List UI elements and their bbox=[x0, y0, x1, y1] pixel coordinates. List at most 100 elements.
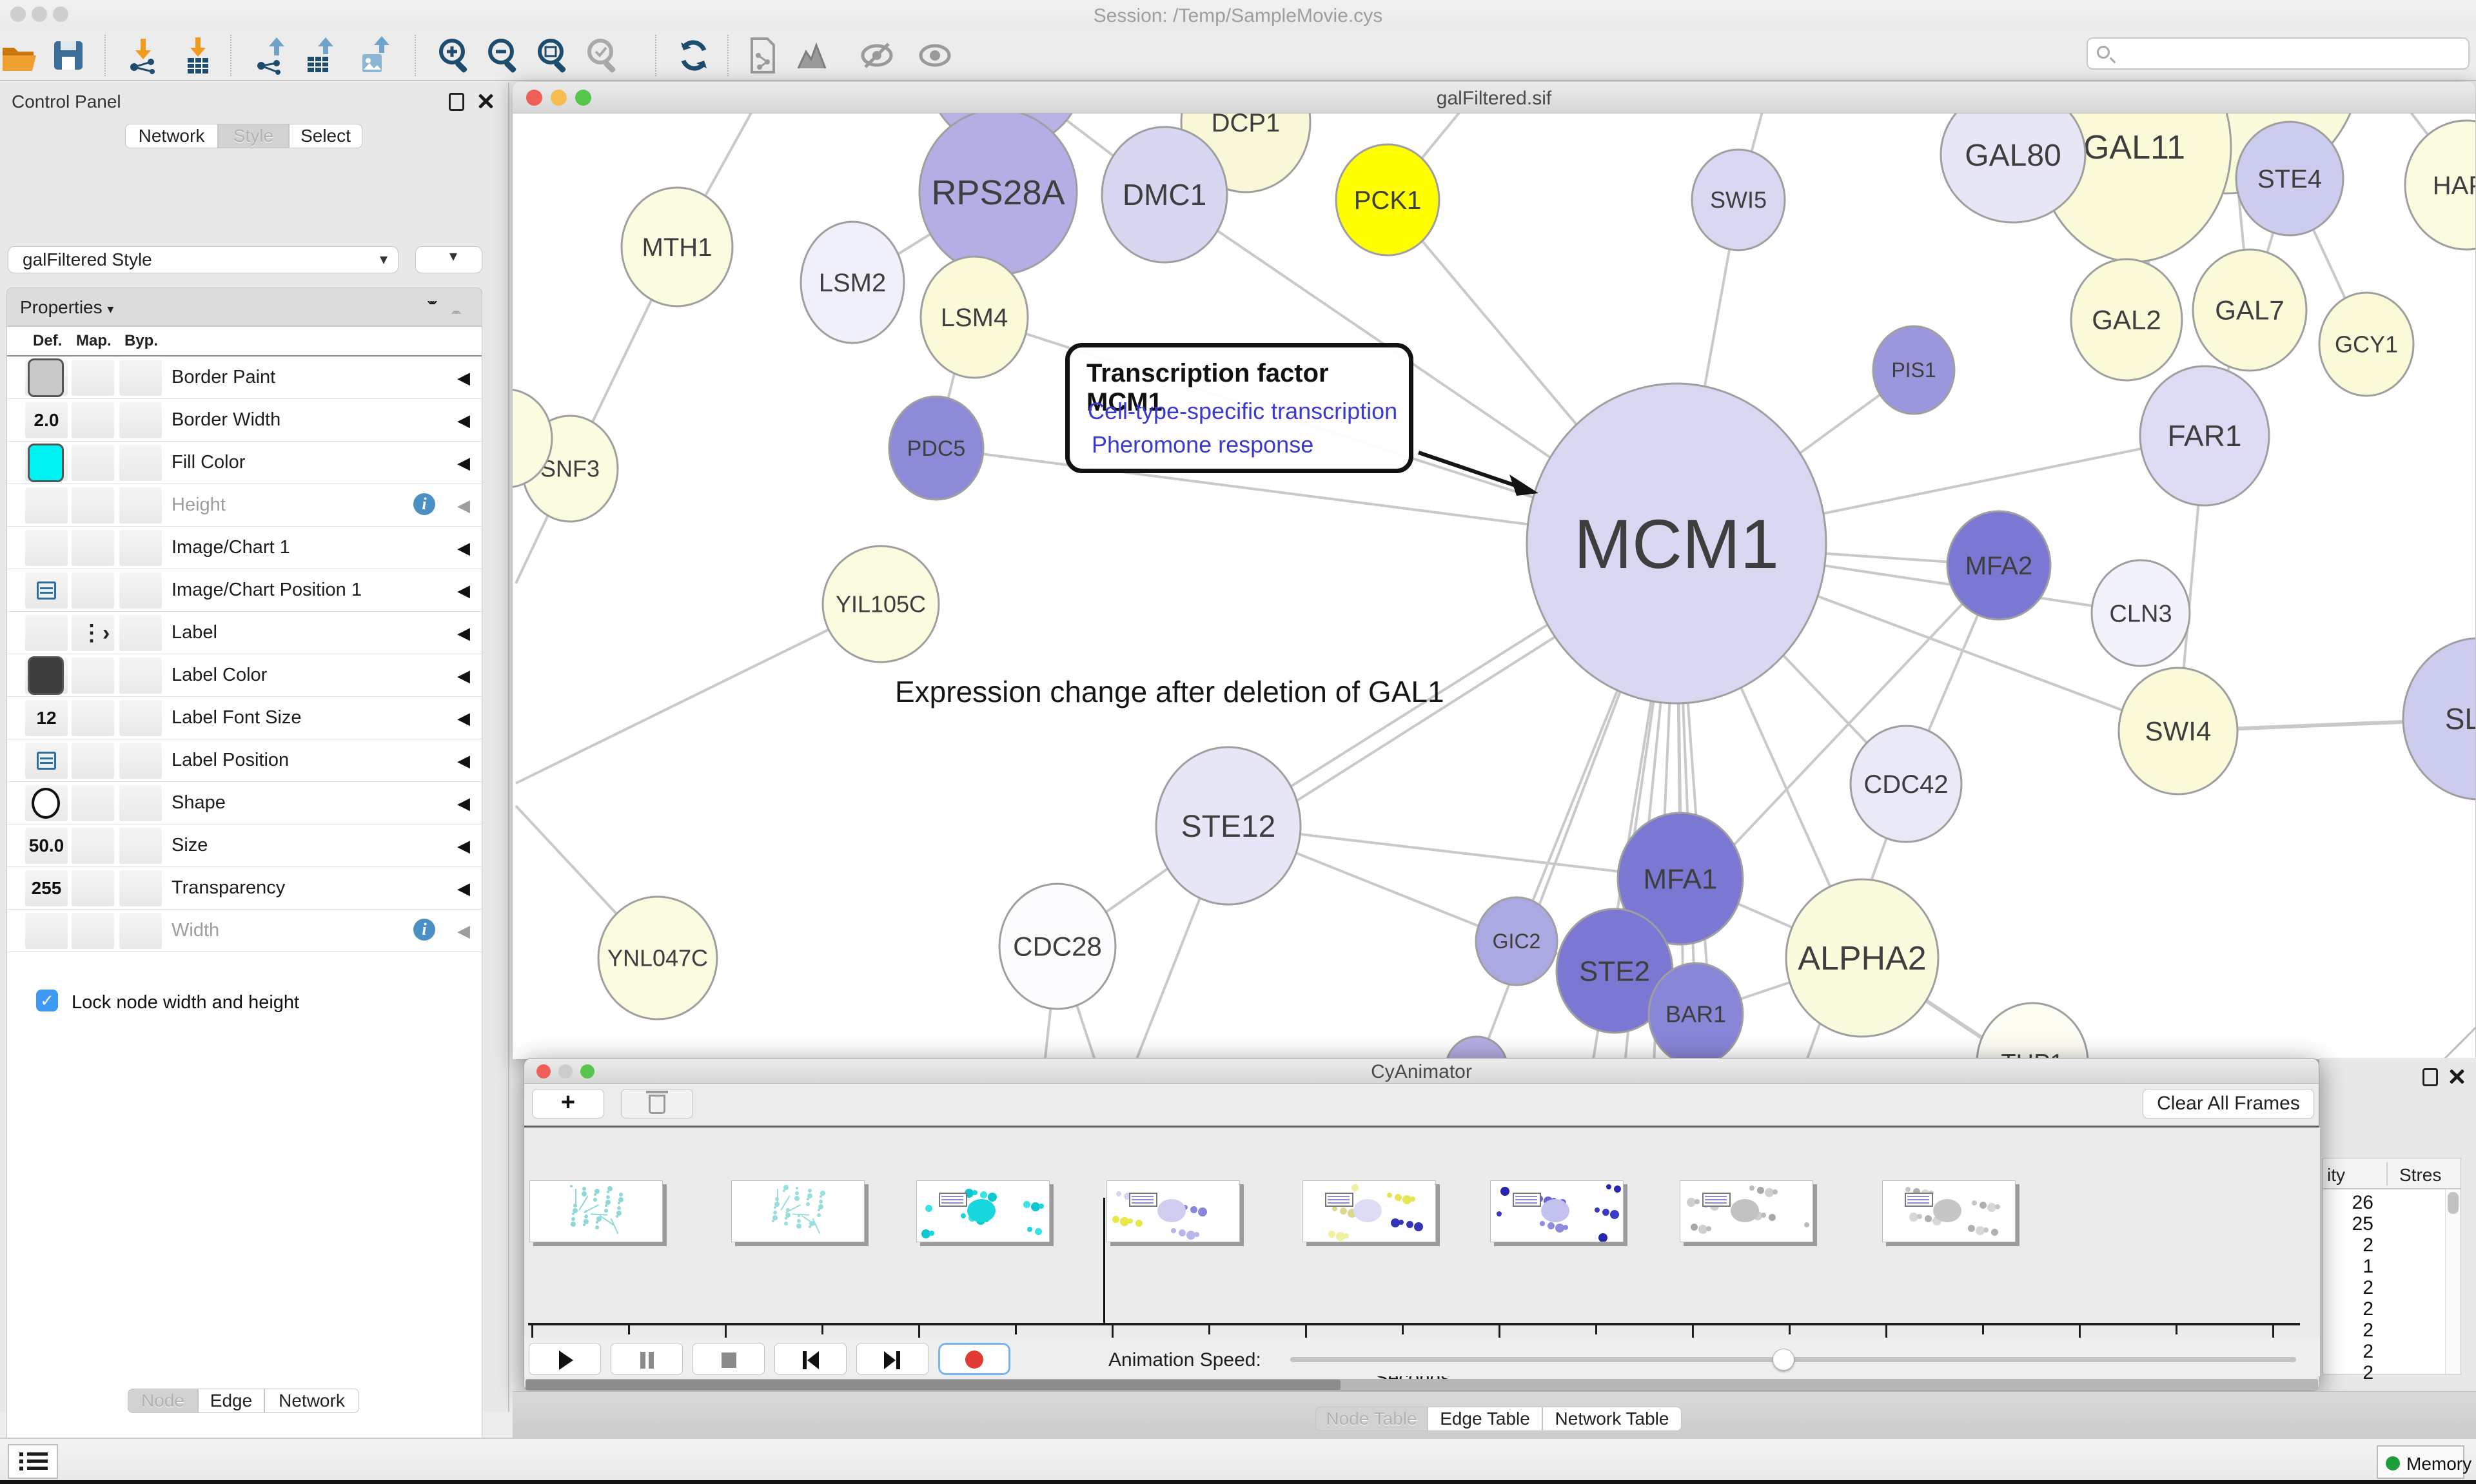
tab-network-bottom[interactable]: Network bbox=[264, 1389, 359, 1413]
property-row-size[interactable]: 50.0Size◀ bbox=[7, 825, 482, 867]
export-network-icon[interactable] bbox=[252, 36, 291, 75]
expand-arrow-icon[interactable]: ◀ bbox=[457, 879, 470, 899]
close-panel-icon[interactable] bbox=[2448, 1068, 2465, 1085]
expand-arrow-icon[interactable]: ◀ bbox=[457, 411, 470, 431]
animation-frame-5[interactable] bbox=[1490, 1180, 1624, 1242]
property-row-fill-color[interactable]: Fill Color◀ bbox=[7, 442, 482, 484]
scrollbar-thumb[interactable] bbox=[526, 1380, 1341, 1390]
expand-arrow-icon[interactable]: ◀ bbox=[457, 751, 470, 771]
network-node-partial[interactable] bbox=[1446, 1037, 1508, 1059]
mapping-cell[interactable] bbox=[72, 360, 114, 396]
bypass-cell[interactable] bbox=[119, 530, 162, 566]
expand-arrow-icon[interactable]: ◀ bbox=[457, 496, 470, 516]
default-value-cell[interactable]: 12 bbox=[25, 700, 68, 736]
slider-thumb[interactable] bbox=[1773, 1349, 1794, 1371]
expand-arrow-icon[interactable]: ◀ bbox=[457, 666, 470, 686]
mapping-cell[interactable] bbox=[72, 487, 114, 523]
hide-details-icon[interactable] bbox=[858, 36, 896, 75]
animation-frame-7[interactable] bbox=[1882, 1180, 2016, 1242]
bypass-cell[interactable] bbox=[119, 913, 162, 949]
style-selector-dropdown[interactable]: galFiltered Style ▾ bbox=[8, 246, 398, 273]
import-table-icon[interactable] bbox=[179, 36, 217, 75]
bypass-cell[interactable] bbox=[119, 572, 162, 609]
first-neighbors-icon[interactable] bbox=[794, 36, 833, 75]
network-window-titlebar[interactable]: galFiltered.sif bbox=[513, 82, 2475, 113]
bypass-cell[interactable] bbox=[119, 402, 162, 438]
mapping-cell[interactable] bbox=[72, 402, 114, 438]
table-row[interactable]: 2 bbox=[2323, 1320, 2373, 1342]
bypass-cell[interactable] bbox=[119, 615, 162, 651]
stop-button[interactable] bbox=[693, 1343, 765, 1375]
clear-all-frames-button[interactable]: Clear All Frames bbox=[2143, 1089, 2314, 1118]
mapping-cell[interactable] bbox=[72, 658, 114, 694]
mapping-cell[interactable] bbox=[72, 572, 114, 609]
memory-button[interactable]: Memory bbox=[2377, 1445, 2464, 1479]
float-panel-icon[interactable] bbox=[449, 93, 464, 111]
export-table-icon[interactable] bbox=[301, 36, 340, 75]
default-value-cell[interactable] bbox=[25, 658, 68, 694]
refresh-view-icon[interactable] bbox=[674, 36, 713, 75]
table-row[interactable]: 25 bbox=[2323, 1213, 2373, 1235]
expand-arrow-icon[interactable]: ◀ bbox=[457, 368, 470, 388]
table-row[interactable]: 1 bbox=[2323, 1256, 2373, 1278]
animation-timeline[interactable]: 0123456789 Seconds bbox=[524, 1128, 2320, 1338]
close-panel-icon[interactable] bbox=[477, 93, 494, 110]
cyanimator-titlebar[interactable]: CyAnimator bbox=[524, 1059, 2319, 1084]
zoom-out-icon[interactable] bbox=[484, 36, 523, 75]
playhead[interactable] bbox=[1103, 1198, 1105, 1324]
table-row[interactable]: 2 bbox=[2323, 1277, 2373, 1299]
network-canvas[interactable]: GAL11GAL80RPS28BDCP1RPS28ADMC1PCK1SWI5ST… bbox=[513, 113, 2475, 1059]
tab-node-table[interactable]: Node Table bbox=[1315, 1407, 1428, 1431]
table-row[interactable]: 2 bbox=[2323, 1341, 2373, 1363]
bypass-cell[interactable] bbox=[119, 658, 162, 694]
default-value-cell[interactable] bbox=[25, 743, 68, 779]
annotation-box[interactable]: Transcription factor MCM1 Cell-type-spec… bbox=[1065, 343, 1413, 473]
node-table[interactable]: ity Stres 26252122222 bbox=[2323, 1158, 2461, 1374]
table-row[interactable]: 2 bbox=[2323, 1298, 2373, 1320]
capture-frame-button[interactable]: + bbox=[532, 1089, 604, 1118]
default-value-cell[interactable] bbox=[25, 445, 68, 481]
default-value-cell[interactable] bbox=[25, 572, 68, 609]
property-row-label[interactable]: ⋮›Label◀ bbox=[7, 612, 482, 654]
resize-grip[interactable] bbox=[2442, 1026, 2471, 1055]
column-connectivity[interactable]: ity bbox=[2327, 1165, 2345, 1186]
annotation-link-2[interactable]: Pheromone response bbox=[1092, 431, 1313, 458]
tab-node[interactable]: Node bbox=[128, 1389, 198, 1413]
play-button[interactable] bbox=[529, 1343, 601, 1375]
default-value-cell[interactable] bbox=[25, 360, 68, 396]
expand-arrow-icon[interactable]: ◀ bbox=[457, 836, 470, 856]
tab-network[interactable]: Network bbox=[125, 124, 218, 148]
mapping-cell[interactable] bbox=[72, 445, 114, 481]
tab-edge[interactable]: Edge bbox=[198, 1389, 264, 1413]
expand-arrow-icon[interactable]: ◀ bbox=[457, 921, 470, 941]
tab-select[interactable]: Select bbox=[289, 124, 362, 148]
animation-frame-1[interactable] bbox=[731, 1180, 865, 1242]
annotation-link-1[interactable]: Cell-type-specific transcription bbox=[1088, 398, 1397, 425]
mapping-cell[interactable] bbox=[72, 700, 114, 736]
property-row-height[interactable]: Heighti◀ bbox=[7, 484, 482, 527]
properties-header[interactable]: Properties ▾ ˇˇ ˇˇ bbox=[6, 288, 482, 326]
show-details-icon[interactable] bbox=[916, 36, 954, 75]
lock-checkbox[interactable]: ✓ bbox=[36, 990, 58, 1011]
bypass-cell[interactable] bbox=[119, 743, 162, 779]
mapping-cell[interactable] bbox=[72, 530, 114, 566]
default-value-cell[interactable] bbox=[25, 615, 68, 651]
zoom-fit-icon[interactable] bbox=[534, 36, 573, 75]
table-row[interactable]: 26 bbox=[2323, 1192, 2373, 1214]
animation-frame-6[interactable] bbox=[1680, 1180, 1813, 1242]
mapping-cell[interactable] bbox=[72, 870, 114, 906]
import-network-icon[interactable] bbox=[124, 36, 162, 75]
style-options-button[interactable]: ▾ bbox=[415, 246, 482, 273]
delete-frame-button[interactable] bbox=[621, 1089, 693, 1118]
pause-button[interactable] bbox=[611, 1343, 683, 1375]
tab-edge-table[interactable]: Edge Table bbox=[1428, 1407, 1542, 1431]
bypass-cell[interactable] bbox=[119, 870, 162, 906]
float-panel-icon[interactable] bbox=[2422, 1068, 2438, 1086]
skip-end-button[interactable] bbox=[856, 1343, 928, 1375]
bypass-cell[interactable] bbox=[119, 487, 162, 523]
expand-arrow-icon[interactable]: ◀ bbox=[457, 708, 470, 728]
default-value-cell[interactable] bbox=[25, 785, 68, 821]
table-row[interactable]: 2 bbox=[2323, 1235, 2373, 1256]
export-image-icon[interactable] bbox=[356, 36, 395, 75]
column-divider[interactable] bbox=[2386, 1162, 2388, 1186]
